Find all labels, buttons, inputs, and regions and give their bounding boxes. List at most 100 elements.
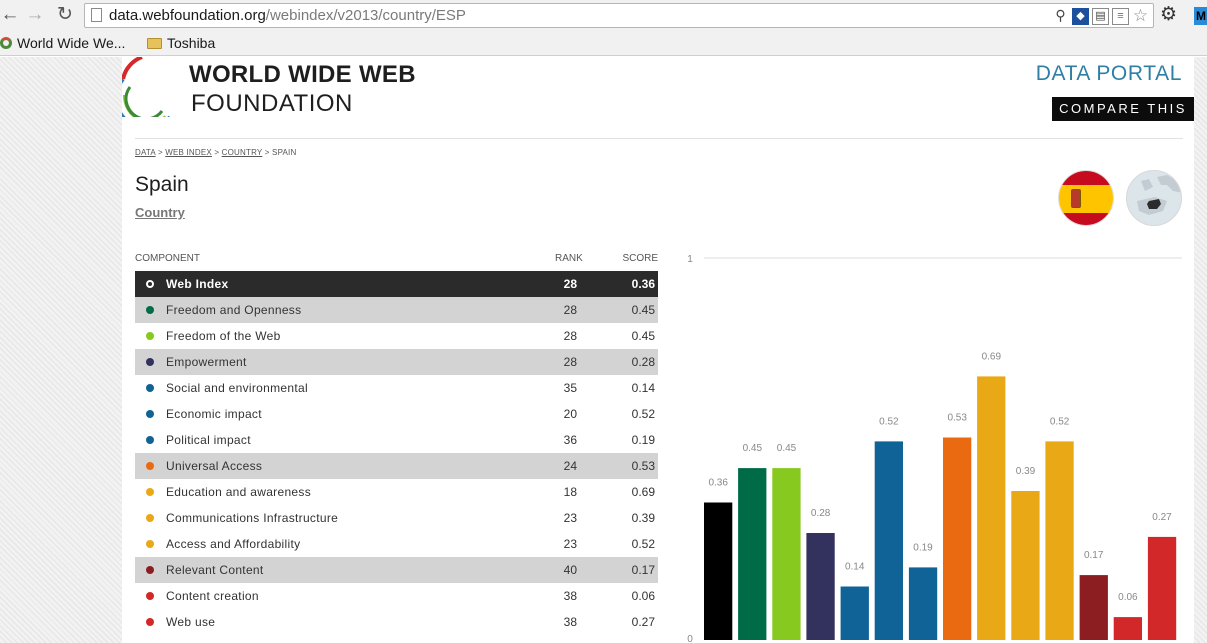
component-score: 0.19 (631, 433, 655, 447)
webfoundation-logo-icon[interactable] (122, 57, 182, 117)
brand-subtitle: FOUNDATION (191, 90, 353, 117)
component-score: 0.53 (631, 459, 655, 473)
zoom-icon[interactable]: ⚲ (1052, 7, 1069, 25)
component-score: 0.39 (631, 511, 655, 525)
chart-bar[interactable] (738, 468, 767, 640)
header-divider (135, 138, 1183, 139)
component-name: Relevant Content (166, 563, 264, 577)
component-score: 0.45 (631, 329, 655, 343)
component-rank: 23 (563, 537, 577, 551)
url-host: data.webfoundation.org (109, 7, 266, 24)
compare-this-button[interactable]: COMPARE THIS (1052, 97, 1194, 121)
bar-value-label: 0.53 (947, 413, 967, 424)
component-rank: 24 (563, 459, 577, 473)
bookmark-folder-toshiba[interactable]: Toshiba (147, 35, 215, 51)
chart-bar[interactable] (1147, 536, 1177, 640)
component-name: Social and environmental (166, 381, 308, 395)
component-color-dot-icon (146, 514, 154, 522)
table-row[interactable]: Web use 38 0.27 (135, 609, 658, 635)
table-row[interactable]: Empowerment 28 0.28 (135, 349, 658, 375)
table-row[interactable]: Freedom and Openness 28 0.45 (135, 297, 658, 323)
settings-gear-icon[interactable]: ⚙ (1160, 4, 1177, 26)
bookmark-star-icon[interactable]: ☆ (1132, 7, 1149, 25)
bar-value-label: 0.45 (743, 443, 763, 454)
extension-m-icon[interactable]: M (1194, 7, 1207, 25)
component-score: 0.27 (631, 615, 655, 629)
chart-bar[interactable] (943, 437, 972, 641)
webfoundation-favicon-icon (0, 37, 12, 49)
country-link[interactable]: Country (135, 205, 185, 220)
chart-bar[interactable] (1079, 575, 1108, 640)
chart-bar[interactable] (1011, 491, 1040, 640)
table-row[interactable]: Relevant Content 40 0.17 (135, 557, 658, 583)
chart-bar[interactable] (977, 376, 1006, 640)
component-score: 0.17 (631, 563, 655, 577)
table-row[interactable]: Political impact 36 0.19 (135, 427, 658, 453)
component-score: 0.52 (631, 537, 655, 551)
chart-bar[interactable] (772, 468, 801, 640)
component-color-dot-icon (146, 280, 154, 288)
chart-bar[interactable] (1045, 441, 1074, 640)
table-row[interactable]: Education and awareness 18 0.69 (135, 479, 658, 505)
extension-page-icon[interactable]: ▤ (1092, 7, 1109, 25)
component-color-dot-icon (146, 592, 154, 600)
chart-bar[interactable] (1113, 617, 1142, 640)
component-name: Freedom and Openness (166, 303, 302, 317)
component-name: Empowerment (166, 355, 247, 369)
bookmark-webfoundation[interactable]: World Wide We... (0, 35, 125, 51)
component-score: 0.52 (631, 407, 655, 421)
chart-bar[interactable] (908, 567, 938, 640)
table-row[interactable]: Web Index 28 0.36 (135, 271, 658, 297)
bar-value-label: 0.19 (913, 542, 933, 553)
header-score: SCORE (622, 253, 658, 264)
component-name: Education and awareness (166, 485, 311, 499)
component-color-dot-icon (146, 410, 154, 418)
component-rank: 20 (563, 407, 577, 421)
breadcrumb-web-index[interactable]: WEB INDEX (165, 148, 212, 157)
spain-flag-icon (1058, 170, 1114, 226)
component-color-dot-icon (146, 436, 154, 444)
bar-value-label: 0.27 (1152, 512, 1172, 523)
chart-bar[interactable] (806, 533, 835, 640)
bar-value-label: 0.69 (982, 351, 1002, 362)
component-rank: 40 (563, 563, 577, 577)
component-color-dot-icon (146, 384, 154, 392)
extension-share-icon[interactable]: ◆ (1072, 7, 1089, 25)
breadcrumb-current: SPAIN (272, 148, 297, 157)
table-row[interactable]: Social and environmental 35 0.14 (135, 375, 658, 401)
component-score: 0.06 (631, 589, 655, 603)
table-row[interactable]: Freedom of the Web 28 0.45 (135, 323, 658, 349)
chart-bar[interactable] (874, 441, 903, 640)
component-name: Web use (166, 615, 216, 629)
reload-icon[interactable]: ↻ (55, 4, 75, 26)
bar-value-label: 0.14 (845, 562, 865, 573)
breadcrumb-data[interactable]: DATA (135, 148, 156, 157)
table-row[interactable]: Content creation 38 0.06 (135, 583, 658, 609)
bar-value-label: 0.06 (1118, 592, 1138, 603)
bar-value-label: 0.52 (1050, 416, 1070, 427)
table-row[interactable]: Economic impact 20 0.52 (135, 401, 658, 427)
table-row[interactable]: Communications Infrastructure 23 0.39 (135, 505, 658, 531)
country-map-icon[interactable] (1126, 170, 1182, 226)
component-rank: 38 (563, 589, 577, 603)
component-rank: 23 (563, 511, 577, 525)
y-tick-label: 0 (687, 634, 693, 643)
folder-icon (147, 37, 162, 49)
table-row[interactable]: Universal Access 24 0.53 (135, 453, 658, 479)
breadcrumb: DATA > WEB INDEX > COUNTRY > SPAIN (135, 148, 297, 157)
bar-value-label: 0.39 (1016, 466, 1036, 477)
component-color-dot-icon (146, 306, 154, 314)
bookmark-label: World Wide We... (17, 35, 126, 51)
component-score: 0.45 (631, 303, 655, 317)
url-text[interactable]: data.webfoundation.org/webindex/v2013/co… (109, 7, 466, 24)
chart-bar[interactable] (840, 586, 869, 641)
bar-value-label: 0.36 (708, 478, 728, 489)
bookmark-label: Toshiba (167, 35, 216, 51)
breadcrumb-country[interactable]: COUNTRY (222, 148, 263, 157)
chart-bar[interactable] (704, 502, 733, 641)
extension-rss-icon[interactable]: ≡ (1112, 7, 1129, 25)
forward-arrow-icon[interactable]: → (25, 4, 45, 26)
table-row[interactable]: Access and Affordability 23 0.52 (135, 531, 658, 557)
address-bar[interactable]: data.webfoundation.org/webindex/v2013/co… (84, 3, 1154, 28)
back-arrow-icon[interactable]: ← (0, 4, 20, 26)
